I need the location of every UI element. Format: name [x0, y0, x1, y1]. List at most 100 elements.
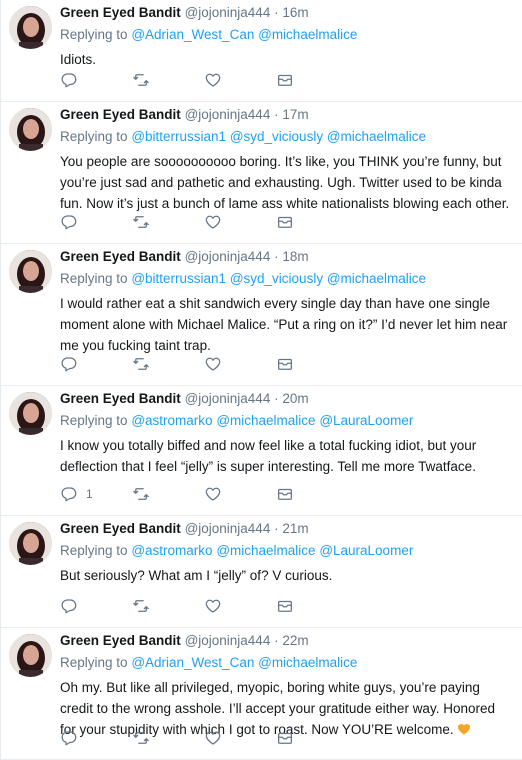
- reply-button[interactable]: [60, 729, 132, 747]
- envelope-icon: [277, 732, 293, 744]
- retweet-icon: [133, 358, 149, 370]
- user-handle[interactable]: @jojoninja444: [185, 521, 271, 536]
- retweet-icon: [133, 488, 149, 500]
- tweet[interactable]: Green Eyed Bandit @jojoninja444 · 16m Re…: [1, 0, 522, 102]
- heart-icon: [205, 599, 221, 613]
- avatar[interactable]: [9, 108, 52, 151]
- avatar[interactable]: [9, 392, 52, 435]
- tweet[interactable]: Green Eyed Bandit @jojoninja444 · 21m Re…: [1, 516, 522, 628]
- mention-link[interactable]: @michaelmalice: [327, 271, 426, 286]
- retweet-button[interactable]: [132, 71, 204, 89]
- tweet-text: Idiots.: [60, 52, 97, 67]
- tweet-text: I would rather eat a shit sandwich every…: [60, 296, 511, 353]
- user-handle[interactable]: @jojoninja444: [185, 249, 271, 264]
- mention-link[interactable]: @michaelmalice: [216, 543, 315, 558]
- like-button[interactable]: [204, 485, 276, 503]
- direct-message-button[interactable]: [276, 485, 348, 503]
- reply-button[interactable]: [60, 597, 132, 615]
- tweet[interactable]: Green Eyed Bandit @jojoninja444 · 17m Re…: [1, 102, 522, 244]
- avatar[interactable]: [9, 6, 52, 49]
- retweet-button[interactable]: [132, 597, 204, 615]
- reply-button[interactable]: [60, 355, 132, 373]
- tweet-text: You people are soooooooooo boring. It’s …: [60, 154, 510, 211]
- reply-count: 1: [86, 487, 93, 501]
- mention-link[interactable]: @LauraLoomer: [319, 413, 413, 428]
- user-handle[interactable]: @jojoninja444: [185, 5, 271, 20]
- like-button[interactable]: [204, 71, 276, 89]
- tweet[interactable]: Green Eyed Bandit @jojoninja444 · 18m Re…: [1, 244, 522, 386]
- tweet-actions: [60, 597, 348, 615]
- like-button[interactable]: [204, 355, 276, 373]
- tweet[interactable]: Green Eyed Bandit @jojoninja444 · 22m Re…: [1, 628, 522, 760]
- mention-link[interactable]: @bitterrussian1: [131, 271, 226, 286]
- replying-to: Replying to @Adrian_West_Can @michaelmal…: [60, 655, 512, 671]
- reply-button[interactable]: [60, 71, 132, 89]
- avatar[interactable]: [9, 250, 52, 293]
- reply-button[interactable]: 1: [60, 485, 132, 503]
- direct-message-button[interactable]: [276, 213, 348, 231]
- mention-link[interactable]: @michaelmalice: [258, 27, 357, 42]
- reply-icon: [61, 731, 77, 746]
- tweet-actions: [60, 71, 348, 89]
- timestamp[interactable]: 17m: [282, 107, 308, 122]
- replying-to: Replying to @astromarko @michaelmalice @…: [60, 413, 512, 429]
- mention-link[interactable]: @michaelmalice: [327, 129, 426, 144]
- timestamp[interactable]: 16m: [282, 5, 308, 20]
- user-handle[interactable]: @jojoninja444: [185, 107, 271, 122]
- mention-link[interactable]: @Adrian_West_Can: [131, 655, 254, 670]
- reply-icon: [61, 487, 77, 502]
- mention-link[interactable]: @syd_viciously: [230, 271, 323, 286]
- display-name[interactable]: Green Eyed Bandit: [60, 521, 181, 536]
- mention-link[interactable]: @syd_viciously: [230, 129, 323, 144]
- heart-icon: [205, 215, 221, 229]
- mention-link[interactable]: @bitterrussian1: [131, 129, 226, 144]
- tweet-header: Green Eyed Bandit @jojoninja444 · 16m: [60, 0, 512, 21]
- avatar[interactable]: [9, 634, 52, 677]
- mention-link[interactable]: @LauraLoomer: [319, 543, 413, 558]
- orange-heart-emoji: [458, 724, 471, 735]
- mention-link[interactable]: @Adrian_West_Can: [131, 27, 254, 42]
- like-button[interactable]: [204, 597, 276, 615]
- heart-icon: [205, 731, 221, 745]
- separator-dot: ·: [274, 633, 279, 648]
- avatar[interactable]: [9, 522, 52, 565]
- display-name[interactable]: Green Eyed Bandit: [60, 391, 181, 406]
- mention-link[interactable]: @astromarko: [131, 543, 212, 558]
- heart-icon: [205, 73, 221, 87]
- user-handle[interactable]: @jojoninja444: [185, 391, 271, 406]
- replying-to: Replying to @bitterrussian1 @syd_vicious…: [60, 129, 512, 145]
- direct-message-button[interactable]: [276, 355, 348, 373]
- timestamp[interactable]: 21m: [282, 521, 308, 536]
- retweet-button[interactable]: [132, 485, 204, 503]
- mention-link[interactable]: @michaelmalice: [216, 413, 315, 428]
- direct-message-button[interactable]: [276, 729, 348, 747]
- tweet[interactable]: Green Eyed Bandit @jojoninja444 · 20m Re…: [1, 386, 522, 516]
- like-button[interactable]: [204, 213, 276, 231]
- tweet-actions: [60, 213, 348, 231]
- retweet-button[interactable]: [132, 355, 204, 373]
- direct-message-button[interactable]: [276, 597, 348, 615]
- reply-button[interactable]: [60, 213, 132, 231]
- display-name[interactable]: Green Eyed Bandit: [60, 633, 181, 648]
- retweet-button[interactable]: [132, 213, 204, 231]
- user-handle[interactable]: @jojoninja444: [185, 633, 271, 648]
- like-button[interactable]: [204, 729, 276, 747]
- retweet-icon: [133, 74, 149, 86]
- display-name[interactable]: Green Eyed Bandit: [60, 5, 181, 20]
- mention-link[interactable]: @astromarko: [131, 413, 212, 428]
- replying-to-label: Replying to: [60, 271, 128, 286]
- mention-link[interactable]: @michaelmalice: [258, 655, 357, 670]
- tweet-header: Green Eyed Bandit @jojoninja444 · 18m: [60, 244, 512, 265]
- display-name[interactable]: Green Eyed Bandit: [60, 249, 181, 264]
- tweet-timeline: Green Eyed Bandit @jojoninja444 · 16m Re…: [0, 0, 522, 760]
- envelope-icon: [277, 74, 293, 86]
- timestamp[interactable]: 22m: [282, 633, 308, 648]
- retweet-button[interactable]: [132, 729, 204, 747]
- direct-message-button[interactable]: [276, 71, 348, 89]
- replying-to-label: Replying to: [60, 543, 128, 558]
- timestamp[interactable]: 20m: [282, 391, 308, 406]
- timestamp[interactable]: 18m: [282, 249, 308, 264]
- display-name[interactable]: Green Eyed Bandit: [60, 107, 181, 122]
- replying-to-label: Replying to: [60, 413, 128, 428]
- replying-to: Replying to @Adrian_West_Can @michaelmal…: [60, 27, 512, 43]
